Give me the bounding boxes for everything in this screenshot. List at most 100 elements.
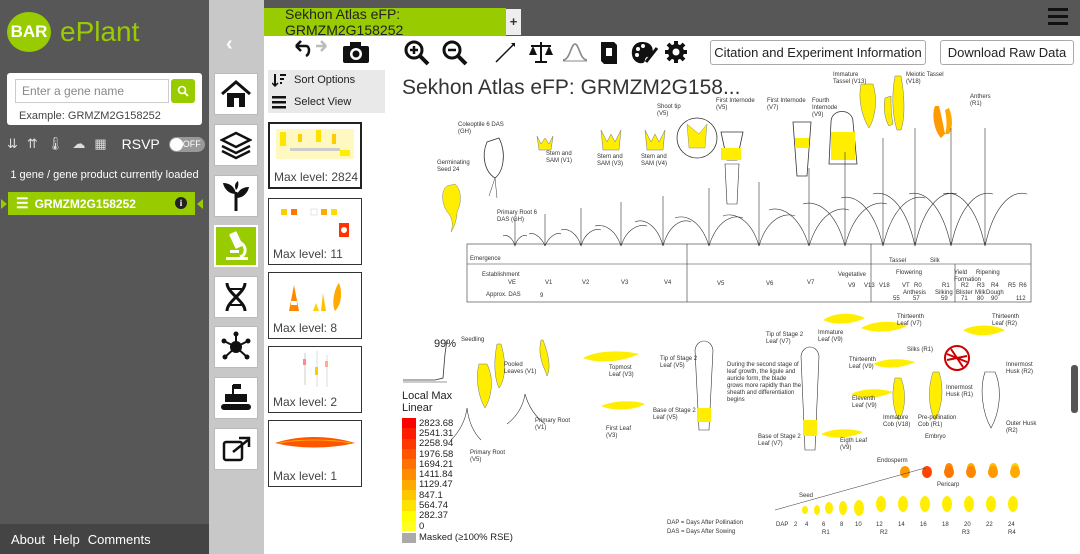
zoom-out-icon[interactable]	[442, 40, 468, 66]
eigth-leaf-tissue	[821, 429, 863, 438]
select-view-label: Select View	[294, 96, 352, 108]
thermometer-icon[interactable]: 🌡	[47, 136, 64, 152]
stage-v3: V3	[621, 280, 629, 286]
logo[interactable]: BAR ePlant	[7, 12, 139, 52]
zoom-in-icon[interactable]	[404, 40, 430, 66]
hamburger-menu-icon[interactable]	[1048, 8, 1068, 29]
view-button-interactions[interactable]	[214, 326, 258, 368]
example-text: Example: GRMZM2G158252	[19, 110, 161, 122]
distribution-curve-icon[interactable]	[562, 40, 588, 64]
view-thumbnail-4[interactable]: Max level: 2	[268, 346, 362, 413]
legend-title: Local Max	[402, 390, 453, 402]
legend-swatch	[402, 490, 416, 501]
label-outer-husk: Outer Husk (R2)	[1006, 421, 1037, 434]
select-view-item[interactable]: Select View	[272, 95, 351, 109]
label-primary-root-gh: Primary Root 6 DAS (GH)	[497, 210, 538, 223]
tab-sekhon-atlas[interactable]: Sekhon Atlas eFP: GRMZM2G158252	[264, 6, 506, 38]
add-tab-button[interactable]: +	[506, 9, 521, 35]
palette-icon[interactable]	[630, 40, 658, 66]
gene-id: GRMZM2G158252	[34, 196, 136, 211]
dap-6: 6	[822, 522, 826, 528]
citation-button[interactable]: Citation and Experiment Information	[710, 40, 926, 65]
topmost-leaf-tissue	[583, 351, 639, 362]
sort-options-label: Sort Options	[294, 74, 356, 86]
sort-options-item[interactable]: Sort Options	[272, 73, 355, 87]
stage-v4: V4	[664, 280, 672, 286]
das-9: 9	[540, 293, 544, 299]
scrollbar-thumb[interactable]	[1071, 365, 1078, 413]
label-das-note: DAS = Days After Sowing	[667, 529, 736, 535]
view-thumbnail-3[interactable]: Max level: 8	[268, 272, 362, 339]
view-button-molecule[interactable]	[214, 377, 258, 419]
rsvp-toggle[interactable]: OFF	[168, 136, 205, 152]
gene-search-input[interactable]	[15, 79, 169, 103]
legend-row: 2823.68	[402, 418, 513, 429]
view-thumbnail-2[interactable]: Max level: 11	[268, 198, 362, 265]
label-pericarp: Pericarp	[937, 482, 960, 488]
sort-desc-icon[interactable]: ⇊	[7, 136, 18, 152]
dap-r1: R1	[822, 530, 830, 536]
left-panel: BAR ePlant Example: GRMZM2G158252 ⇊ ⇈ 🌡 …	[0, 0, 209, 554]
gear-icon[interactable]	[664, 40, 688, 64]
view-thumbnail-sekhon[interactable]: Max level: 2824	[268, 122, 362, 189]
view-button-plant[interactable]	[214, 175, 258, 217]
meiotic-tassel-branch	[883, 95, 894, 127]
undo-redo-icon[interactable]	[292, 40, 330, 62]
camera-icon[interactable]	[342, 40, 370, 64]
footer-links: About Help Comments	[0, 524, 209, 554]
about-link[interactable]: About	[11, 532, 45, 547]
label-first-internode-v5: First Internode (V5)	[716, 98, 755, 111]
view-button-layers[interactable]	[214, 124, 258, 166]
layers-icon	[220, 131, 252, 160]
label-stem-v1: Stem and SAM (V1)	[546, 151, 573, 164]
legend-value: 0	[419, 520, 425, 532]
thumbnail-max-level: Max level: 8	[273, 321, 338, 335]
legend-row: 1411.84	[402, 469, 513, 480]
drag-handle-icon[interactable]: ☰	[16, 195, 29, 212]
label-immature-cob: Immature Cob (V18)	[883, 415, 911, 428]
view-button-export[interactable]	[214, 428, 258, 470]
loaded-gene-item[interactable]: ☰ GRMZM2G158252 i	[8, 192, 195, 215]
thumbnail-max-level: Max level: 11	[273, 247, 343, 261]
sort-asc-icon[interactable]: ⇈	[27, 136, 38, 152]
germinating-seed-tissue	[442, 183, 461, 233]
label-immature-tassel: Immature Tassel (V13)	[833, 72, 867, 85]
pen-line-icon[interactable]	[494, 40, 518, 64]
view-button-chromosome[interactable]	[214, 276, 258, 318]
label-embryo: Embryo	[925, 434, 946, 440]
view-button-home[interactable]	[214, 73, 258, 115]
stem-sam-v1-tissue	[536, 135, 554, 151]
label-topmost-leaf: Topmost Leaf (V3)	[609, 365, 634, 378]
dap-2: 2	[794, 522, 798, 528]
legend-swatch	[402, 438, 416, 449]
info-icon[interactable]: i	[175, 197, 187, 209]
dap-12: 12	[876, 522, 883, 528]
thumbnail-efp-image	[275, 437, 355, 448]
book-icon[interactable]	[598, 40, 620, 66]
plant-silhouettes	[502, 128, 1028, 247]
view-button-efp[interactable]	[214, 225, 258, 267]
label-flowering: Flowering	[896, 270, 923, 276]
legend-row: 1694.21	[402, 459, 513, 470]
compare-balance-icon[interactable]	[528, 40, 554, 64]
dap-20: 20	[964, 522, 971, 528]
collapse-panel-button[interactable]: ‹	[226, 33, 233, 56]
thumbnail-efp-image	[289, 283, 342, 311]
search-button[interactable]	[171, 79, 195, 103]
legend-row: 1129.47	[402, 479, 513, 490]
stage-v6: V6	[766, 281, 774, 287]
view-thumbnail-5[interactable]: Max level: 1	[268, 420, 362, 487]
plant-vt	[872, 128, 958, 247]
dap-10: 10	[855, 522, 862, 528]
cloud-icon[interactable]: ☁	[72, 136, 85, 152]
legend-swatch	[402, 418, 416, 429]
label-ripening: Ripening	[976, 270, 1000, 276]
help-link[interactable]: Help	[53, 532, 80, 547]
tip-stage2-v5-band	[697, 408, 711, 422]
comments-link[interactable]: Comments	[88, 532, 151, 547]
immature-tassel-tissue	[859, 83, 876, 129]
search-icon	[177, 85, 189, 97]
das-71: 71	[961, 296, 968, 302]
download-raw-data-button[interactable]: Download Raw Data	[940, 40, 1074, 65]
grid-icon[interactable]: ▦	[94, 136, 106, 152]
